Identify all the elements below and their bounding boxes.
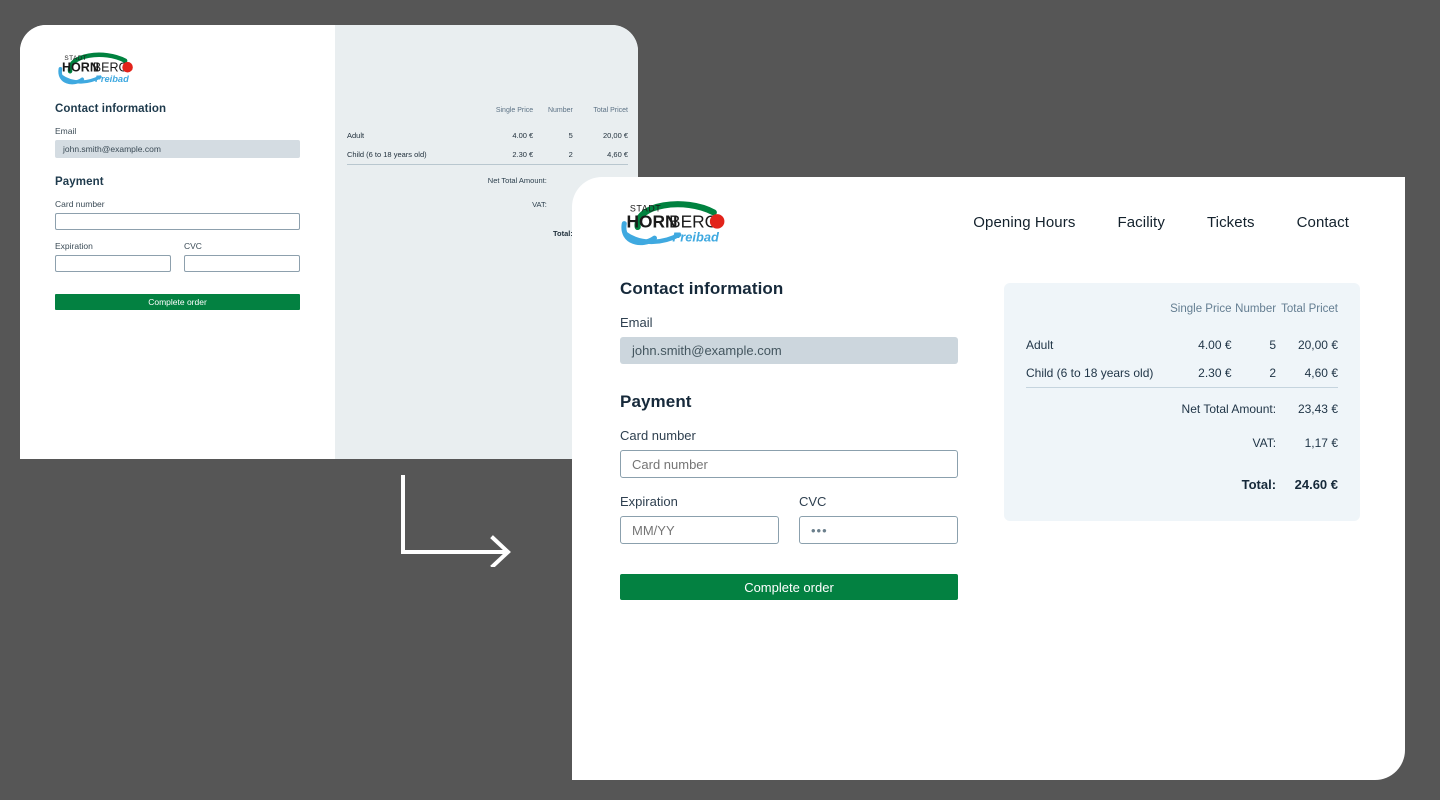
nav-item-tickets[interactable]: Tickets: [1207, 214, 1255, 231]
checkout-form: Contact information Email john.smith@exa…: [620, 279, 958, 600]
order-summary-panel: Single Price Number Total Pricet Adult 4…: [1004, 283, 1360, 521]
svg-text:Freibad: Freibad: [672, 229, 720, 244]
summary-total-price-header: Total Pricet: [593, 107, 628, 114]
row-total-price: 20,00 €: [602, 131, 628, 140]
summary-single-price-header: Single Price: [1170, 303, 1232, 315]
table-row: Child (6 to 18 years old) 2.30 € 2 4,60 …: [1026, 359, 1338, 388]
card-number-input[interactable]: [620, 450, 958, 478]
order-summary-table: Single Price Number Total Pricet Adult 4…: [1026, 303, 1338, 499]
cvc-input[interactable]: •••: [799, 516, 958, 544]
transform-arrow-icon: [401, 475, 511, 567]
expiration-input[interactable]: [620, 516, 779, 544]
card-number-label: Card number: [55, 199, 105, 209]
email-field[interactable]: john.smith@example.com: [55, 140, 300, 158]
complete-order-button[interactable]: Complete order: [620, 574, 958, 600]
vat-row: VAT: 1,17 €: [1026, 423, 1338, 457]
row-total-price: 4,60 €: [1304, 366, 1338, 380]
nav-item-contact[interactable]: Contact: [1297, 214, 1349, 231]
grand-total-label: Total:: [552, 228, 573, 238]
summary-number-header: Number: [1235, 303, 1277, 315]
nav-item-opening-hours[interactable]: Opening Hours: [973, 214, 1075, 231]
logo-graphic: STADT HORN BERG Freibad: [58, 52, 133, 85]
row-item: Child (6 to 18 years old): [1026, 366, 1154, 380]
payment-heading: Payment: [620, 392, 692, 411]
payment-heading: Payment: [55, 176, 104, 188]
email-label: Email: [55, 126, 77, 136]
svg-text:Freibad: Freibad: [95, 74, 129, 84]
grand-total-value: 24.60 €: [1294, 476, 1338, 492]
net-total-row: Net Total Amount: 23,43 €: [1026, 389, 1338, 423]
summary-item-header: [1026, 303, 1165, 331]
row-number: 5: [1269, 338, 1277, 352]
email-label: Email: [620, 315, 653, 330]
summary-header-row: Single Price Number Total Pricet: [347, 107, 628, 126]
row-item: Child (6 to 18 years old): [347, 150, 427, 159]
row-item: Adult: [1026, 338, 1054, 352]
net-total-label: Net Total Amount:: [487, 175, 547, 185]
net-total-label: Net Total Amount:: [1181, 401, 1277, 416]
checkout-body: Contact information Email john.smith@exa…: [572, 249, 1405, 600]
expiration-input[interactable]: [55, 255, 171, 272]
cvc-input[interactable]: [184, 255, 300, 272]
summary-single-price-header: Single Price: [495, 107, 534, 114]
cvc-label: CVC: [184, 241, 202, 251]
table-row: Adult 4.00 € 5 20,00 €: [347, 126, 628, 145]
table-row: Adult 4.00 € 5 20,00 €: [1026, 331, 1338, 359]
row-single-price: 2.30 €: [1198, 366, 1232, 380]
row-single-price: 4.00 €: [512, 131, 534, 140]
hornberg-freibad-logo[interactable]: STADT HORN BERG Freibad: [617, 199, 730, 246]
card-number-label: Card number: [620, 428, 696, 443]
vat-label: VAT:: [1252, 435, 1277, 450]
row-total-price: 4,60 €: [607, 150, 628, 159]
row-item: Adult: [347, 131, 365, 140]
main-navigation: Opening Hours Facility Tickets Contact: [973, 214, 1349, 231]
expiration-label: Expiration: [55, 241, 93, 251]
summary-header-row: Single Price Number Total Pricet: [1026, 303, 1338, 331]
hornberg-freibad-logo: STADT HORN BERG Freibad: [55, 51, 300, 85]
vat-value: 1,17 €: [1304, 435, 1338, 450]
row-total-price: 20,00 €: [1297, 338, 1338, 352]
logo-graphic: STADT HORN BERG Freibad: [621, 200, 725, 245]
row-number: 5: [568, 131, 573, 140]
nav-item-facility[interactable]: Facility: [1117, 214, 1164, 231]
site-header: STADT HORN BERG Freibad Opening Hours Fa…: [572, 177, 1405, 249]
grand-total-label: Total:: [1241, 476, 1277, 492]
vat-label: VAT:: [532, 199, 547, 209]
contact-information-heading: Contact information: [55, 103, 167, 115]
contact-information-heading: Contact information: [620, 279, 784, 298]
mobile-checkout-card: STADT HORN BERG Freibad Contact informat…: [20, 25, 638, 459]
card-number-input[interactable]: [55, 213, 300, 230]
table-row: Child (6 to 18 years old) 2.30 € 2 4,60 …: [347, 145, 628, 165]
complete-order-button[interactable]: Complete order: [55, 294, 300, 310]
row-number: 2: [1269, 366, 1277, 380]
cvc-placeholder-dots: •••: [811, 522, 828, 538]
net-total-value: 23,43 €: [1297, 401, 1338, 416]
grand-total-row: Total: 24.60 €: [1026, 457, 1338, 499]
row-number: 2: [568, 150, 573, 159]
expiration-label: Expiration: [620, 494, 678, 509]
summary-total-price-header: Total Pricet: [1281, 303, 1338, 315]
summary-number-header: Number: [547, 107, 573, 114]
summary-item-header: [347, 107, 474, 126]
row-single-price: 2.30 €: [512, 150, 534, 159]
cvc-label: CVC: [799, 494, 827, 509]
row-single-price: 4.00 €: [1198, 338, 1232, 352]
email-field[interactable]: john.smith@example.com: [620, 337, 958, 364]
mobile-form-panel: STADT HORN BERG Freibad Contact informat…: [20, 25, 335, 459]
desktop-checkout-card: STADT HORN BERG Freibad Opening Hours Fa…: [572, 177, 1405, 780]
